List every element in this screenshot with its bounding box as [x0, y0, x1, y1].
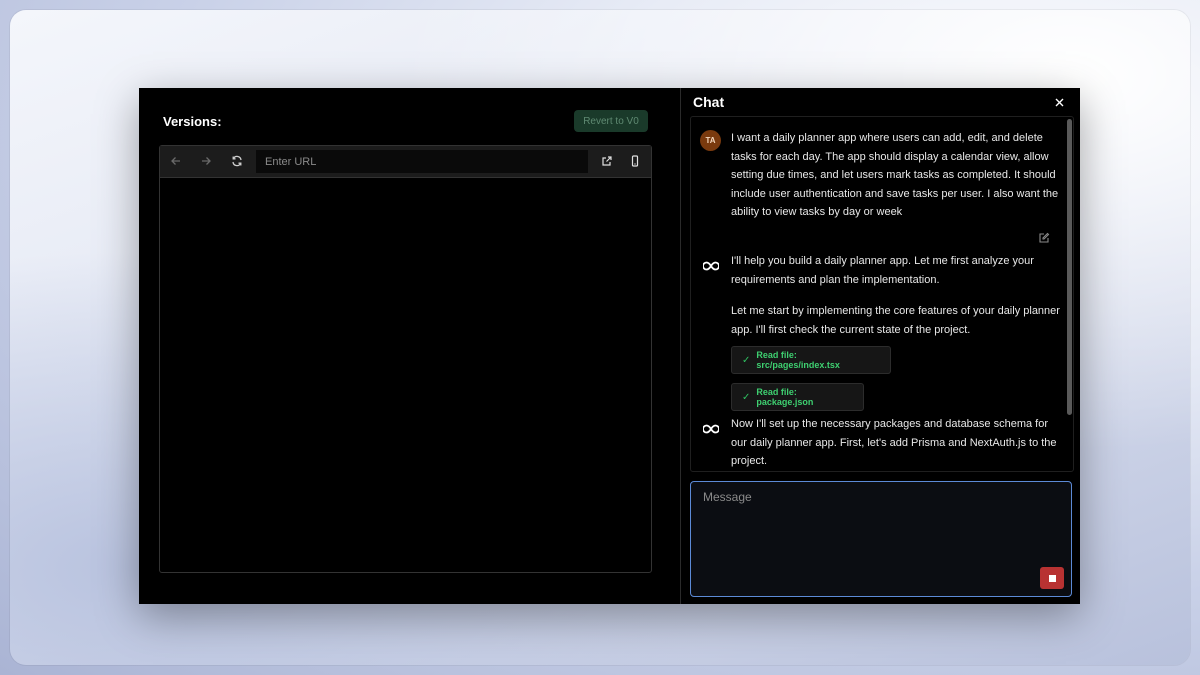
user-message: I want a daily planner app where users c… — [731, 132, 1059, 218]
tool-call-label: Read file: package.json — [756, 387, 814, 407]
preview-viewport[interactable] — [160, 178, 651, 572]
tool-call-label: Read file: src/pages/index.tsx — [756, 350, 840, 370]
preview-browser — [159, 145, 652, 573]
check-icon: ✓ — [742, 391, 751, 403]
stop-button[interactable] — [1040, 567, 1064, 589]
assistant-logo-icon — [702, 259, 720, 271]
chat-panel: Chat TA I want a daily planner app where… — [681, 88, 1080, 604]
arrow-left-icon[interactable] — [168, 153, 184, 169]
browser-toolbar — [160, 146, 651, 178]
revert-button[interactable]: Revert to V0 — [574, 110, 648, 132]
preview-panel: Versions: Revert to V0 — [139, 88, 681, 604]
app-window: Versions: Revert to V0 Enter URL Chat TA… — [139, 88, 1080, 604]
message-input[interactable] — [690, 481, 1072, 597]
stop-icon — [1048, 574, 1056, 582]
user-avatar: TA — [700, 130, 721, 151]
check-icon: ✓ — [742, 354, 751, 366]
tool-call-chip[interactable]: ✓ Read file: package.json — [731, 383, 864, 411]
versions-label: Versions: — [163, 114, 222, 129]
url-input[interactable] — [256, 150, 588, 173]
assistant-message: I'll help you build a daily planner app.… — [731, 255, 1034, 286]
arrow-right-icon[interactable] — [198, 153, 214, 169]
desktop-background: Versions: Revert to V0 Enter URL Chat TA… — [10, 10, 1190, 665]
edit-icon[interactable] — [1038, 231, 1050, 243]
close-icon[interactable] — [1052, 95, 1066, 109]
assistant-logo-icon — [702, 422, 720, 434]
chat-messages[interactable]: TA I want a daily planner app where user… — [690, 116, 1074, 472]
chat-title: Chat — [693, 94, 725, 110]
external-link-icon[interactable] — [599, 153, 615, 169]
assistant-message: Now I'll set up the necessary packages a… — [731, 418, 1057, 467]
refresh-icon[interactable] — [229, 153, 245, 169]
mobile-icon[interactable] — [627, 153, 643, 169]
tool-call-chip[interactable]: ✓ Read file: src/pages/index.tsx — [731, 346, 891, 374]
assistant-message: Let me start by implementing the core fe… — [731, 305, 1060, 336]
chat-scrollbar[interactable] — [1067, 119, 1072, 415]
